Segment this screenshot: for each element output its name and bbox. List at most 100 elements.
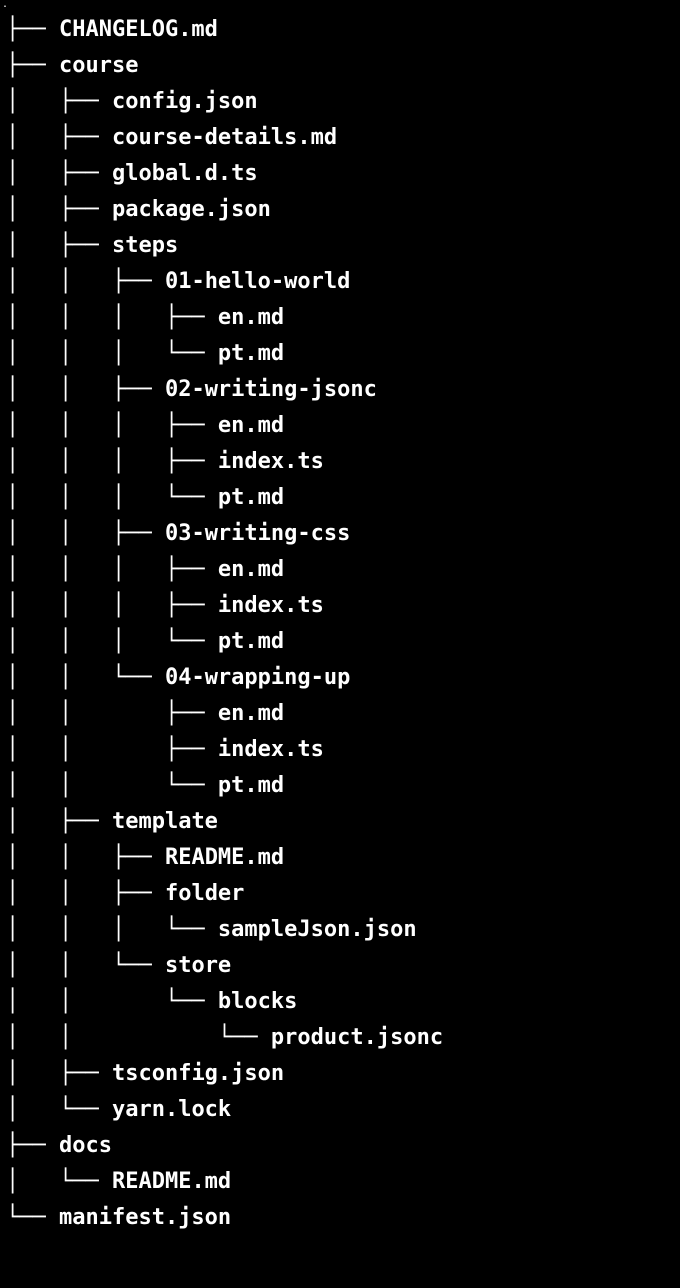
tree-node-name: pt.md	[218, 485, 284, 510]
tree-node-name: README.md	[165, 845, 284, 870]
tree-line: │ │ ├── README.md	[6, 840, 680, 876]
tree-node-name: config.json	[112, 89, 258, 114]
tree-node-name: en.md	[218, 413, 284, 438]
tree-branch-prefix: │ │ │ ├──	[6, 593, 218, 618]
tree-node-name: product.jsonc	[271, 1025, 443, 1050]
tree-node-name: index.ts	[218, 593, 324, 618]
tree-line: │ └── yarn.lock	[6, 1092, 680, 1128]
tree-node-name: 01-hello-world	[165, 269, 350, 294]
tree-branch-prefix: │ │ │ └──	[6, 917, 218, 942]
file-tree: ├── CHANGELOG.md├── course│ ├── config.j…	[0, 10, 680, 1236]
tree-line: │ ├── global.d.ts	[6, 156, 680, 192]
tree-line: │ │ ├── 02-writing-jsonc	[6, 372, 680, 408]
tree-branch-prefix: └──	[6, 1205, 59, 1230]
tree-node-name: 04-wrapping-up	[165, 665, 350, 690]
tree-line: ├── CHANGELOG.md	[6, 12, 680, 48]
tree-node-name: package.json	[112, 197, 271, 222]
tree-line: │ ├── package.json	[6, 192, 680, 228]
tree-branch-prefix: │ │ └──	[6, 989, 218, 1014]
tree-line: │ │ │ └── pt.md	[6, 480, 680, 516]
tree-node-name: pt.md	[218, 629, 284, 654]
tree-node-name: folder	[165, 881, 244, 906]
tree-node-name: en.md	[218, 557, 284, 582]
tree-branch-prefix: │ ├──	[6, 1061, 112, 1086]
tree-branch-prefix: │ │ ├──	[6, 521, 165, 546]
tree-node-name: blocks	[218, 989, 297, 1014]
tree-line: ├── docs	[6, 1128, 680, 1164]
tree-branch-prefix: │ ├──	[6, 197, 112, 222]
tree-line: └── manifest.json	[6, 1200, 680, 1236]
tree-node-name: index.ts	[218, 737, 324, 762]
tree-node-name: README.md	[112, 1169, 231, 1194]
tree-branch-prefix: │ │ ├──	[6, 737, 218, 762]
tree-branch-prefix: │ │ ├──	[6, 845, 165, 870]
tree-node-name: docs	[59, 1133, 112, 1158]
tree-node-name: en.md	[218, 305, 284, 330]
tree-branch-prefix: │ │ ├──	[6, 881, 165, 906]
tree-line: │ │ ├── 01-hello-world	[6, 264, 680, 300]
tree-branch-prefix: │ ├──	[6, 809, 112, 834]
tree-branch-prefix: │ └──	[6, 1169, 112, 1194]
tree-line: │ │ └── product.jsonc	[6, 1020, 680, 1056]
tree-line: │ │ ├── folder	[6, 876, 680, 912]
tree-node-name: CHANGELOG.md	[59, 17, 218, 42]
tree-line: │ │ │ └── sampleJson.json	[6, 912, 680, 948]
tree-node-name: sampleJson.json	[218, 917, 417, 942]
tree-line: ├── course	[6, 48, 680, 84]
tree-node-name: course	[59, 53, 138, 78]
tree-node-name: index.ts	[218, 449, 324, 474]
tree-branch-prefix: │ │ │ ├──	[6, 305, 218, 330]
tree-branch-prefix: │ │ ├──	[6, 269, 165, 294]
tree-line: │ │ ├── index.ts	[6, 732, 680, 768]
tree-line: │ │ └── 04-wrapping-up	[6, 660, 680, 696]
tree-branch-prefix: │ ├──	[6, 233, 112, 258]
tree-branch-prefix: │ ├──	[6, 161, 112, 186]
tree-branch-prefix: │ ├──	[6, 125, 112, 150]
tree-branch-prefix: │ │ ├──	[6, 701, 218, 726]
tree-line: │ │ │ ├── en.md	[6, 552, 680, 588]
tree-line: │ │ │ ├── en.md	[6, 408, 680, 444]
tree-line: │ └── README.md	[6, 1164, 680, 1200]
tree-node-name: manifest.json	[59, 1205, 231, 1230]
tree-line: │ │ │ ├── index.ts	[6, 588, 680, 624]
tree-line: │ ├── template	[6, 804, 680, 840]
tree-branch-prefix: │ └──	[6, 1097, 112, 1122]
tree-line: │ │ │ └── pt.md	[6, 336, 680, 372]
tree-line: │ │ ├── en.md	[6, 696, 680, 732]
tree-root-dot: .	[0, 0, 680, 10]
tree-line: │ │ └── blocks	[6, 984, 680, 1020]
tree-branch-prefix: ├──	[6, 53, 59, 78]
tree-line: │ ├── config.json	[6, 84, 680, 120]
tree-branch-prefix: │ │ └──	[6, 1025, 271, 1050]
tree-branch-prefix: │ │ │ └──	[6, 341, 218, 366]
tree-line: │ │ └── pt.md	[6, 768, 680, 804]
tree-branch-prefix: │ ├──	[6, 89, 112, 114]
tree-line: │ ├── tsconfig.json	[6, 1056, 680, 1092]
tree-line: │ │ │ ├── index.ts	[6, 444, 680, 480]
tree-node-name: template	[112, 809, 218, 834]
tree-line: │ │ ├── 03-writing-css	[6, 516, 680, 552]
tree-branch-prefix: │ │ │ ├──	[6, 449, 218, 474]
tree-node-name: steps	[112, 233, 178, 258]
tree-line: │ ├── steps	[6, 228, 680, 264]
tree-branch-prefix: │ │ └──	[6, 953, 165, 978]
tree-node-name: en.md	[218, 701, 284, 726]
tree-branch-prefix: ├──	[6, 17, 59, 42]
tree-node-name: 02-writing-jsonc	[165, 377, 377, 402]
tree-branch-prefix: │ │ │ └──	[6, 485, 218, 510]
tree-branch-prefix: │ │ └──	[6, 773, 218, 798]
tree-node-name: global.d.ts	[112, 161, 258, 186]
tree-branch-prefix: │ │ │ ├──	[6, 413, 218, 438]
tree-node-name: pt.md	[218, 341, 284, 366]
tree-branch-prefix: │ │ │ ├──	[6, 557, 218, 582]
tree-node-name: course-details.md	[112, 125, 337, 150]
tree-line: │ │ │ └── pt.md	[6, 624, 680, 660]
tree-branch-prefix: ├──	[6, 1133, 59, 1158]
tree-line: │ │ └── store	[6, 948, 680, 984]
tree-branch-prefix: │ │ └──	[6, 665, 165, 690]
tree-node-name: tsconfig.json	[112, 1061, 284, 1086]
tree-node-name: yarn.lock	[112, 1097, 231, 1122]
tree-line: │ │ │ ├── en.md	[6, 300, 680, 336]
tree-node-name: pt.md	[218, 773, 284, 798]
tree-node-name: 03-writing-css	[165, 521, 350, 546]
